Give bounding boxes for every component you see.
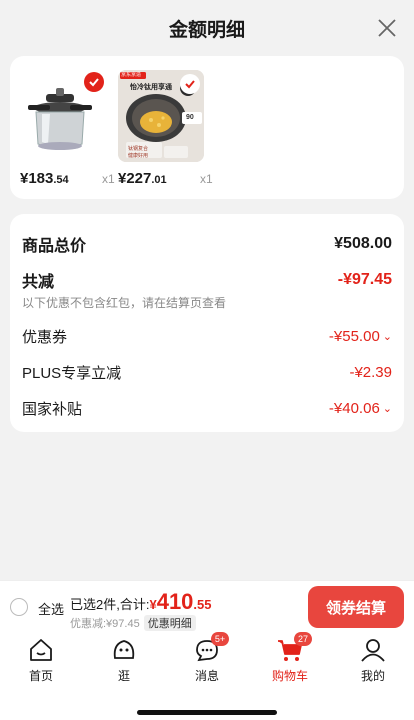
tab-messages[interactable]: 5+ 消息 [177,632,237,684]
amount-detail-card: 商品总价 ¥508.00 共减 -¥97.45 以下优惠不包含红包，请在结算页查… [10,214,404,432]
pressure-cooker-image [20,70,106,162]
wok-image-brand: 京东京造 [121,72,142,78]
cart-badge: 27 [294,632,312,646]
home-icon [27,636,55,664]
plus-discount-label: PLUS专享立减 [22,365,122,382]
discount-summary: 优惠减:¥97.45 优惠明细 [70,615,196,631]
total-value: ¥508.00 [334,235,392,252]
chevron-down-icon: ⌄ [382,331,392,343]
user-icon [359,636,387,664]
wok-image-banner: 怡冷钛用享通 [130,84,172,91]
tab-home[interactable]: 首页 [11,636,71,684]
product-price: ¥183.54 [20,170,69,187]
tab-profile[interactable]: 我的 [343,636,403,684]
select-all-label[interactable]: 全选 [38,599,64,618]
product-qty: x1 [200,172,213,186]
total-amount: ¥410.55 [149,589,212,614]
tab-label: 消息 [194,669,219,683]
subsidy-label: 国家补贴 [22,401,83,418]
discount-value: -¥97.45 [337,271,392,288]
select-all-radio[interactable] [10,598,28,616]
selected-check-icon[interactable] [180,74,200,94]
discount-row: 共减 -¥97.45 [22,268,392,292]
wok-image-caption-b: 健康好用 [128,153,149,159]
amount-detail-sheet: 金额明细 ¥183.54 x1 京东京造 怡冷钛用享通 90 钛钢复合 健康好用… [0,0,414,580]
chevron-down-icon: ⌄ [382,403,392,415]
discount-label: 共减 [22,274,55,291]
bottom-tab-bar: 首页 逛 5+ 消息 27 购物车 我的 [0,632,414,720]
cart-icon: 27 [276,632,312,664]
wok-image-side: 90 [186,114,194,121]
tab-label: 逛 [117,669,130,683]
product-price: ¥227.01 [118,170,167,187]
coupon-label: 优惠券 [22,329,68,346]
plus-discount-value: -¥2.39 [349,364,392,381]
checkout-button[interactable]: 领券结算 [308,586,404,628]
checkout-bar: 全选 已选2件,合计:¥410.55 优惠减:¥97.45 优惠明细 领券结算 [0,580,414,632]
tab-label: 首页 [28,669,53,683]
chat-icon: 5+ [193,632,229,664]
sheet-header: 金额明细 [0,0,414,56]
coupon-row[interactable]: 优惠券 -¥55.00 ⌄ [22,326,392,347]
message-badge: 5+ [211,632,229,646]
page-title: 金额明细 [168,19,245,41]
face-icon [110,636,138,664]
home-indicator [137,710,277,715]
close-icon[interactable] [376,17,398,39]
product-qty: x1 [102,172,115,186]
tab-label: 购物车 [271,669,308,683]
discount-note: 以下优惠不包含红包，请在结算页查看 [22,296,227,310]
tab-cart[interactable]: 27 购物车 [260,632,320,684]
discount-summary-text: 优惠减:¥97.45 [70,618,140,630]
total-label: 商品总价 [22,238,87,255]
wok-pan-image: 京东京造 怡冷钛用享通 0涂 90 钛钢复合 健康好用 [118,70,204,162]
total-row: 商品总价 ¥508.00 [22,232,392,256]
subsidy-row[interactable]: 国家补贴 -¥40.06 ⌄ [22,398,392,419]
tab-explore[interactable]: 逛 [94,636,154,684]
wok-image-caption-a: 钛钢复合 [128,146,149,152]
discount-detail-link[interactable]: 优惠明细 [143,615,196,631]
tab-label: 我的 [360,669,385,683]
subsidy-value: -¥40.06 ⌄ [328,400,392,417]
order-summary: 已选2件,合计:¥410.55 [70,589,212,615]
selected-check-icon[interactable] [84,72,104,92]
product-card: ¥183.54 x1 京东京造 怡冷钛用享通 90 钛钢复合 健康好用 ¥227… [10,56,404,199]
summary-prefix: 已选2件,合计: [70,597,150,612]
coupon-value: -¥55.00 ⌄ [328,328,392,345]
product-item[interactable]: ¥183.54 x1 [20,70,115,187]
plus-discount-row: PLUS专享立减 -¥2.39 [22,362,392,383]
product-item[interactable]: 京东京造 怡冷钛用享通 0涂 90 钛钢复合 健康好用 ¥227.01 x1 [118,70,213,187]
